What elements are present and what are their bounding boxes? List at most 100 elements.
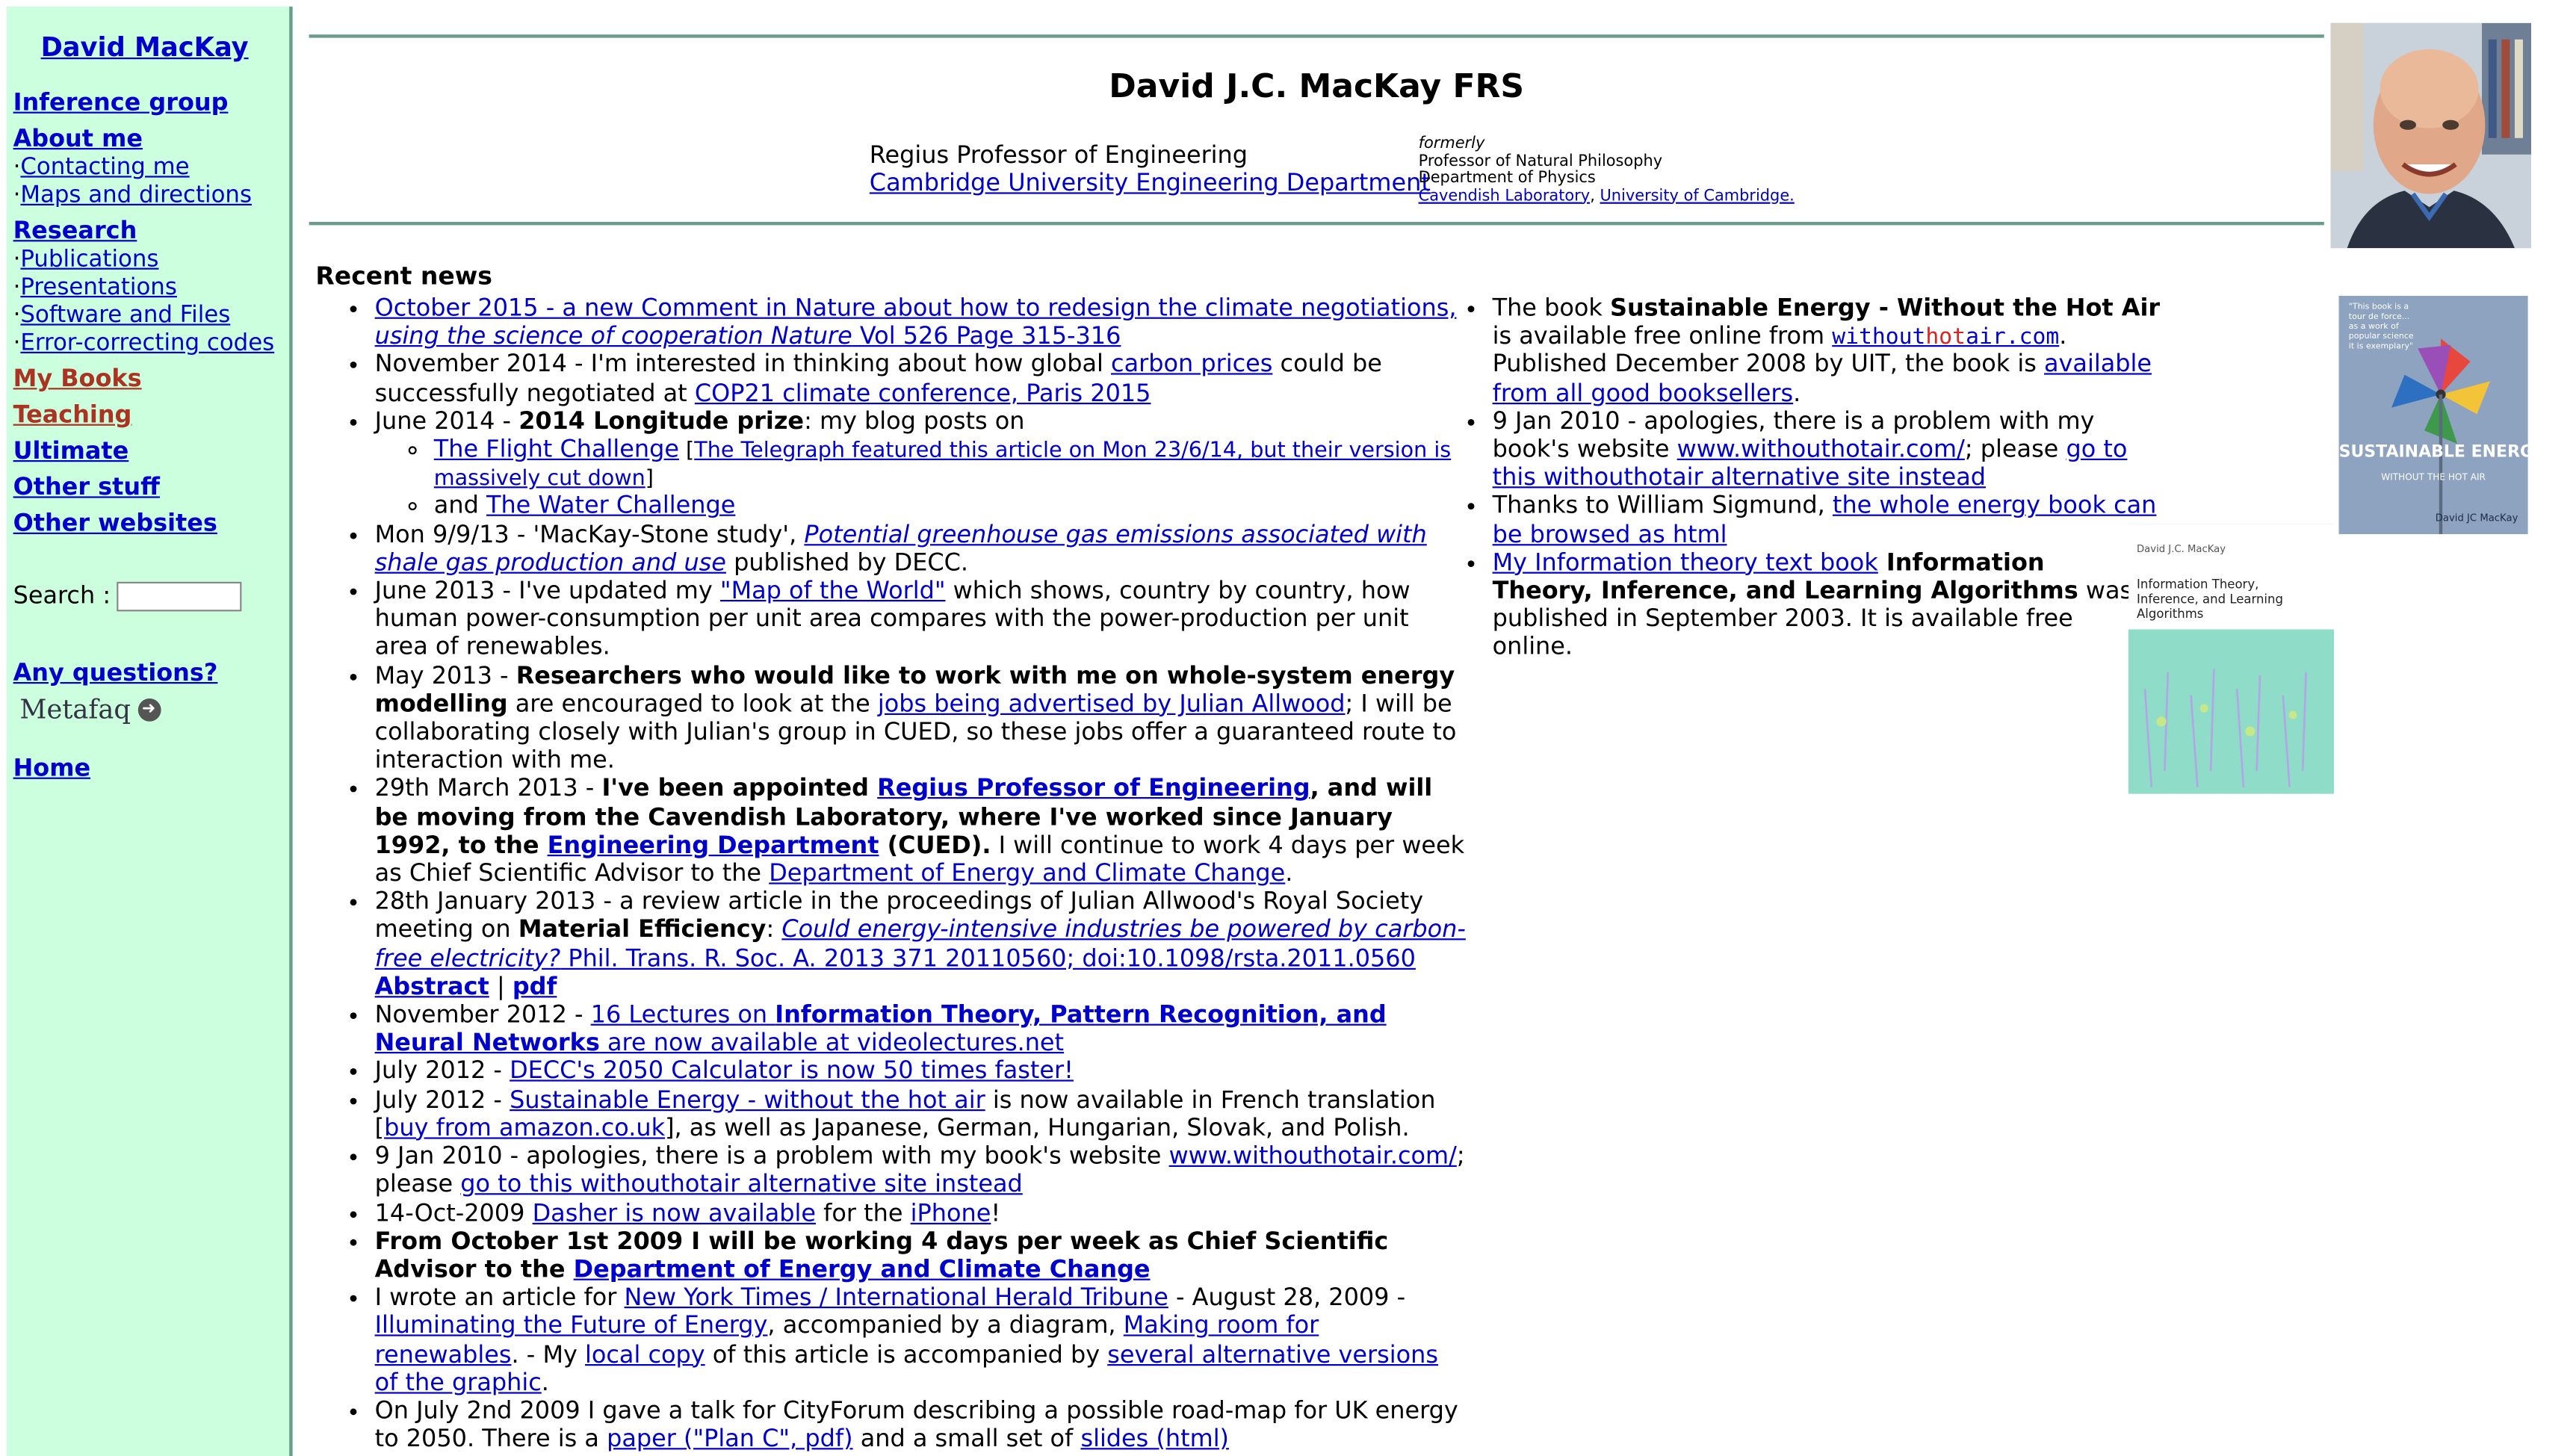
sidebar-subitem: ·Publications	[13, 247, 290, 274]
withouthotair-link[interactable]: www.withouthotair.com/	[1169, 1144, 1457, 1170]
cover-art	[2128, 524, 2334, 794]
news-text: for the	[816, 1201, 911, 1227]
cover-author: David JC MacKay	[2435, 512, 2518, 524]
news-bold-text: (CUED).	[879, 833, 991, 860]
water-challenge-link[interactable]: The Water Challenge	[486, 494, 735, 520]
sidebar-item-research[interactable]: Research	[13, 219, 290, 247]
search-input[interactable]	[117, 581, 243, 612]
university-link[interactable]: University of Cambridge.	[1600, 187, 1794, 205]
book-text: .	[1793, 380, 1801, 407]
news-text: . - My	[511, 1342, 585, 1369]
sidebar-item-about-me[interactable]: About me	[13, 126, 290, 154]
sidebar-title-link[interactable]: David MacKay	[13, 33, 290, 61]
url-part: air.com	[1966, 323, 2060, 351]
news-text: .	[1285, 861, 1293, 888]
slides-link[interactable]: slides (html)	[1080, 1427, 1229, 1453]
sidebar-item-contacting-me[interactable]: Contacting me	[20, 155, 189, 181]
news-text: , accompanied by a diagram,	[767, 1313, 1124, 1340]
any-questions-link[interactable]: Any questions?	[13, 660, 290, 688]
itila-link[interactable]: My Information theory text book	[1493, 551, 1878, 577]
list-item: I wrote an article for New York Times / …	[375, 1286, 1467, 1398]
list-item: 28th January 2013 - a review article in …	[375, 890, 1467, 1003]
illuminating-link[interactable]: Illuminating the Future of Energy	[375, 1313, 768, 1339]
sewtha-link[interactable]: Sustainable Energy - without the hot air	[510, 1088, 985, 1114]
nyt-link[interactable]: New York Times / International Herald Tr…	[625, 1286, 1168, 1312]
list-item: The book Sustainable Energy - Without th…	[1493, 296, 2367, 409]
news-text: of this article is accompanied by	[705, 1342, 1108, 1369]
withouthotair-link[interactable]: www.withouthotair.com/	[1677, 437, 1965, 463]
page-title: David J.C. MacKay FRS	[1109, 66, 1525, 105]
search-label: Search :	[13, 582, 111, 610]
news-text: Mon 9/9/13 - 'MacKay-Stone study',	[374, 521, 805, 548]
news-list: October 2015 - a new Comment in Nature a…	[342, 296, 1467, 1455]
news-link-emphasis: using the science of cooperation Nature	[374, 323, 852, 351]
list-item: October 2015 - a new Comment in Nature a…	[375, 296, 1467, 353]
dasher-link[interactable]: Dasher is now available	[533, 1201, 816, 1227]
news-text: 14-Oct-2009	[374, 1201, 533, 1227]
book-text: ; please	[1964, 437, 2066, 464]
alternative-site-link[interactable]: go to this withouthotair alternative sit…	[460, 1172, 1023, 1198]
withouthotair-url-link[interactable]: withouthotair.com	[1832, 324, 2059, 350]
portrait-image	[2330, 22, 2531, 249]
list-item: June 2013 - I've updated my "Map of the …	[375, 578, 1467, 663]
engineering-dept-link[interactable]: Engineering Department	[548, 833, 879, 859]
news-text: November 2014 - I'm interested in thinki…	[374, 352, 1112, 379]
metafaq-label: Metafaq	[19, 693, 131, 725]
sidebar-item-other-websites[interactable]: Other websites	[13, 511, 290, 539]
sidebar-item-inference-group[interactable]: Inference group	[13, 90, 290, 118]
regius-professor-link[interactable]: Regius Professor of Engineering	[877, 776, 1310, 802]
news-text: June 2014 -	[374, 409, 519, 436]
decc-link[interactable]: Department of Energy and Climate Change	[769, 861, 1285, 887]
book-title: Sustainable Energy - Without the Hot Air	[1609, 296, 2161, 323]
amazon-link[interactable]: buy from amazon.co.uk	[384, 1116, 665, 1142]
sidebar-item-publications[interactable]: Publications	[20, 247, 158, 273]
sidebar-item-home[interactable]: Home	[13, 756, 290, 784]
news-text: 9 Jan 2010 - apologies, there is a probl…	[374, 1144, 1169, 1171]
cop21-link[interactable]: COP21 climate conference, Paris 2015	[695, 381, 1151, 407]
flight-challenge-link[interactable]: The Flight Challenge	[434, 437, 679, 463]
news-text: - August 28, 2009 -	[1168, 1285, 1406, 1312]
list-item: July 2012 - DECC's 2050 Calculator is no…	[375, 1059, 1467, 1088]
sidebar-item-teaching[interactable]: Teaching	[13, 403, 290, 430]
sidebar-item-software-files[interactable]: Software and Files	[20, 303, 230, 329]
former-affiliation: formerly Professor of Natural Philosophy…	[1419, 135, 1795, 205]
allwood-jobs-link[interactable]: jobs being advertised by Julian Allwood	[878, 692, 1346, 718]
news-bold: From October 1st 2009 I will be working …	[375, 1229, 1389, 1283]
cover-quote: "This book is a tour de force... as a wo…	[2348, 302, 2414, 352]
calculator-link[interactable]: DECC's 2050 Calculator is now 50 times f…	[510, 1059, 1074, 1085]
sidebar-item-my-books[interactable]: My Books	[13, 367, 290, 394]
cavendish-link[interactable]: Cavendish Laboratory	[1419, 187, 1591, 205]
cover-title: SUSTAINABLE ENERGY–	[2339, 444, 2528, 462]
itila-cover[interactable]: David J.C. MacKay Information Theory, In…	[2128, 524, 2334, 794]
recent-news-heading: Recent news	[315, 261, 492, 291]
arrow-right-icon: ➜	[137, 697, 161, 721]
news-text: and	[433, 493, 486, 521]
search-form: Search :	[13, 581, 290, 612]
news-bold: Material Efficiency	[518, 917, 767, 944]
metafaq-logo[interactable]: Metafaq ➜	[19, 696, 289, 723]
news-bold-text: I've been appointed	[601, 776, 878, 803]
department-link[interactable]: Cambridge University Engineering Departm…	[870, 171, 1431, 197]
local-copy-link[interactable]: local copy	[585, 1342, 705, 1368]
abstract-link[interactable]: Abstract	[375, 974, 489, 1000]
news-text: May 2013 -	[374, 663, 516, 690]
pdf-link[interactable]: pdf	[513, 974, 557, 1000]
sidebar-item-error-correcting[interactable]: Error-correcting codes	[20, 330, 274, 356]
sustainable-energy-cover[interactable]: "This book is a tour de force... as a wo…	[2338, 296, 2528, 534]
decc-link[interactable]: Department of Energy and Climate Change	[574, 1257, 1151, 1283]
sidebar-item-ultimate[interactable]: Ultimate	[13, 439, 290, 466]
sidebar-item-presentations[interactable]: Presentations	[20, 274, 176, 300]
sidebar-item-other-stuff[interactable]: Other stuff	[13, 475, 290, 503]
list-item: November 2012 - 16 Lectures on Informati…	[375, 1003, 1467, 1059]
carbon-prices-link[interactable]: carbon prices	[1111, 353, 1272, 379]
cover-title-line2: ENERGY–	[2471, 444, 2528, 462]
news-link[interactable]: October 2015 - a new Comment in Nature a…	[375, 296, 1457, 350]
news-text: July 2012 -	[374, 1087, 510, 1114]
map-of-world-link[interactable]: "Map of the World"	[720, 578, 946, 604]
iphone-link[interactable]: iPhone	[911, 1201, 991, 1227]
sub-list-item: and The Water Challenge	[434, 494, 1467, 522]
sidebar-item-maps-directions[interactable]: Maps and directions	[20, 182, 252, 208]
list-item: June 2014 - 2014 Longitude prize: my blo…	[375, 409, 1467, 521]
plan-c-link[interactable]: paper ("Plan C", pdf)	[607, 1427, 852, 1453]
list-item: July 2012 - Sustainable Energy - without…	[375, 1088, 1467, 1144]
